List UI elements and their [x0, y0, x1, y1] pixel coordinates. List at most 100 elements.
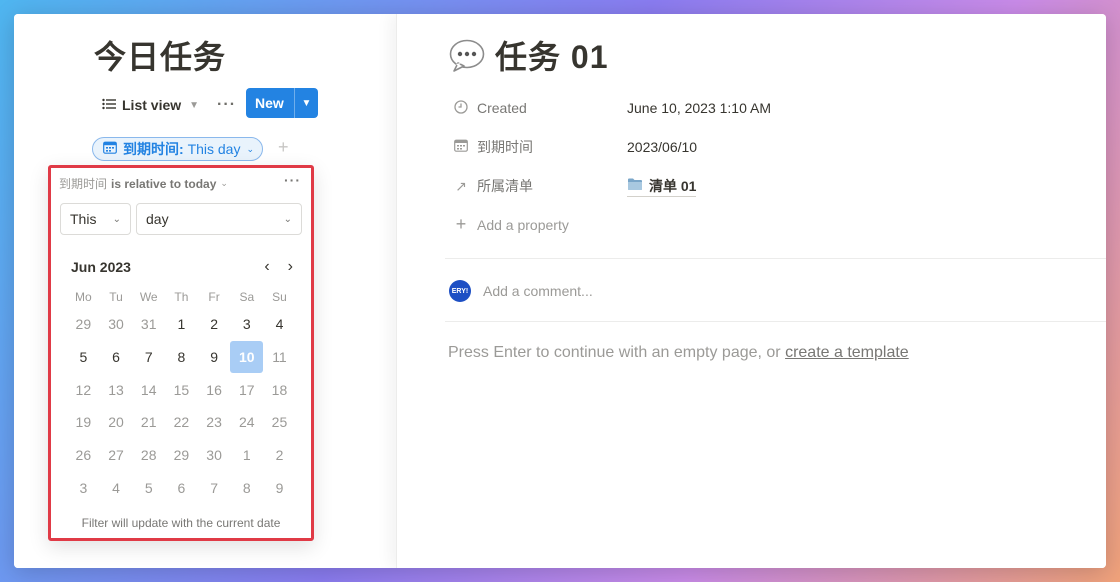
calendar-week: 19 20 21 22 23 24 25 [67, 406, 297, 439]
calendar-day[interactable]: 21 [132, 406, 165, 439]
popup-property: 到期时间 [59, 177, 108, 191]
property-label: 所属清单 [477, 178, 533, 194]
calendar-week: 26 27 28 29 30 1 2 [67, 439, 297, 472]
calendar-day[interactable]: 26 [67, 439, 100, 472]
chevron-right-icon[interactable]: › [288, 258, 293, 276]
calendar-day[interactable]: 8 [230, 471, 263, 504]
property-name[interactable]: 到期时间 [453, 137, 627, 157]
this-select[interactable]: This ⌄ [60, 203, 131, 235]
filter-separator: : [179, 141, 188, 157]
calendar-day[interactable]: 5 [132, 471, 165, 504]
calendar-day[interactable]: 8 [165, 341, 198, 374]
calendar-day[interactable]: 11 [263, 341, 296, 374]
calendar-day[interactable]: 30 [198, 439, 231, 472]
create-template-link[interactable]: create a template [785, 344, 909, 361]
database-title: 今日任务 [94, 39, 227, 75]
calendar-day[interactable]: 18 [263, 373, 296, 406]
calendar-day[interactable]: 25 [263, 406, 296, 439]
calendar-day[interactable]: 31 [132, 308, 165, 341]
filter-label: 到期时间: This day [123, 139, 240, 159]
calendar-day[interactable]: 29 [165, 439, 198, 472]
comment-input[interactable]: Add a comment... [483, 283, 593, 299]
unit-select[interactable]: day ⌄ [136, 203, 302, 235]
calendar-day[interactable]: 19 [67, 406, 100, 439]
calendar-day[interactable]: 23 [198, 406, 231, 439]
divider [445, 321, 1106, 322]
property-name[interactable]: ↗ 所属清单 [453, 176, 627, 196]
add-filter-icon[interactable]: + [278, 137, 289, 158]
property-value[interactable]: 2023/06/10 [627, 139, 697, 155]
calendar-day[interactable]: 24 [230, 406, 263, 439]
calendar-day[interactable]: 4 [263, 308, 296, 341]
calendar-day[interactable]: 3 [67, 471, 100, 504]
calendar-day[interactable]: 20 [100, 406, 133, 439]
calendar-day[interactable]: 9 [198, 341, 231, 374]
weekday-label: Su [272, 290, 287, 304]
calendar-day[interactable]: 1 [230, 439, 263, 472]
calendar-day[interactable]: 4 [100, 471, 133, 504]
calendar-day[interactable]: 17 [230, 373, 263, 406]
speech-bubble-icon[interactable] [449, 39, 485, 72]
calendar-day[interactable]: 14 [132, 373, 165, 406]
this-select-value: This [70, 211, 97, 227]
property-name[interactable]: Created [453, 99, 627, 117]
calendar-day[interactable]: 13 [100, 373, 133, 406]
page-title[interactable]: 任务 01 [495, 32, 609, 78]
list-icon [102, 97, 116, 113]
filter-chip[interactable]: 到期时间: This day ⌄ [92, 137, 264, 161]
calendar-day[interactable]: 3 [230, 308, 263, 341]
arrow-up-right-icon: ↗ [455, 177, 467, 194]
calendar-day[interactable]: 7 [198, 471, 231, 504]
relation-value[interactable]: 清单 01 [627, 176, 697, 197]
weekday-label: We [139, 290, 158, 304]
popup-relation: is relative to today [111, 176, 217, 191]
filter-popup-footer: Filter will update with the current date [81, 516, 281, 530]
calendar-header: Jun 2023 ‹ › [71, 258, 293, 276]
chevron-down-icon: ⌄ [246, 143, 255, 154]
calendar-day[interactable]: 29 [67, 308, 100, 341]
add-property-button[interactable]: + Add a property [453, 214, 569, 235]
calendar-day[interactable]: 9 [263, 471, 296, 504]
property-value: June 10, 2023 1:10 AM [627, 100, 771, 116]
calendar-day[interactable]: 12 [67, 373, 100, 406]
empty-hint-text: Press Enter to continue with an empty pa… [448, 344, 786, 361]
calendar-day[interactable]: 1 [165, 308, 198, 341]
clock-icon [453, 99, 469, 117]
calendar-icon [103, 141, 117, 157]
calendar-day[interactable]: 15 [165, 373, 198, 406]
calendar-day[interactable]: 5 [67, 341, 100, 374]
view-toolbar: List view ▼ ··· [98, 90, 236, 120]
calendar-day[interactable]: 7 [132, 341, 165, 374]
add-property-label: Add a property [477, 216, 569, 233]
view-switcher[interactable]: List view ▼ [98, 97, 203, 113]
calendar-day[interactable]: 6 [100, 341, 133, 374]
relation-label: 清单 01 [649, 177, 697, 194]
calendar-day[interactable]: 16 [198, 373, 231, 406]
calendar-day[interactable]: 6 [165, 471, 198, 504]
chevron-down-icon: ▼ [189, 99, 200, 111]
folder-icon [627, 177, 643, 194]
calendar-week: 12 13 14 15 16 17 18 [67, 373, 297, 406]
weekday-label: Th [174, 290, 189, 304]
calendar-day[interactable]: 22 [165, 406, 198, 439]
weekday-label: Mo [75, 290, 92, 304]
chevron-down-icon: ⌄ [112, 213, 121, 225]
property-label: Created [477, 100, 527, 116]
calendar-day[interactable]: 2 [263, 439, 296, 472]
calendar-day-selected[interactable]: 10 [230, 340, 264, 374]
property-due-date: 到期时间 2023/06/10 [453, 135, 697, 159]
calendar-week: 5 6 7 8 9 10 11 [67, 340, 297, 374]
calendar-day[interactable]: 28 [132, 439, 165, 472]
chevron-left-icon[interactable]: ‹ [264, 258, 269, 276]
chevron-down-icon: ⌄ [220, 178, 228, 188]
filter-popup-header[interactable]: 到期时间 is relative to today ⌄ [59, 175, 228, 192]
app-window: 今日任务 List view ▼ ··· New ▼ 到期时间: This da… [14, 14, 1106, 568]
calendar-day[interactable]: 2 [198, 308, 231, 341]
new-button[interactable]: New ▼ [246, 88, 318, 118]
more-dots-icon[interactable]: ··· [284, 172, 301, 188]
comment-input-row[interactable]: ERY! Add a comment... [449, 280, 593, 302]
chevron-down-icon[interactable]: ▼ [294, 88, 318, 118]
more-dots-icon[interactable]: ··· [217, 96, 236, 114]
calendar-day[interactable]: 30 [100, 308, 133, 341]
calendar-day[interactable]: 27 [100, 439, 133, 472]
